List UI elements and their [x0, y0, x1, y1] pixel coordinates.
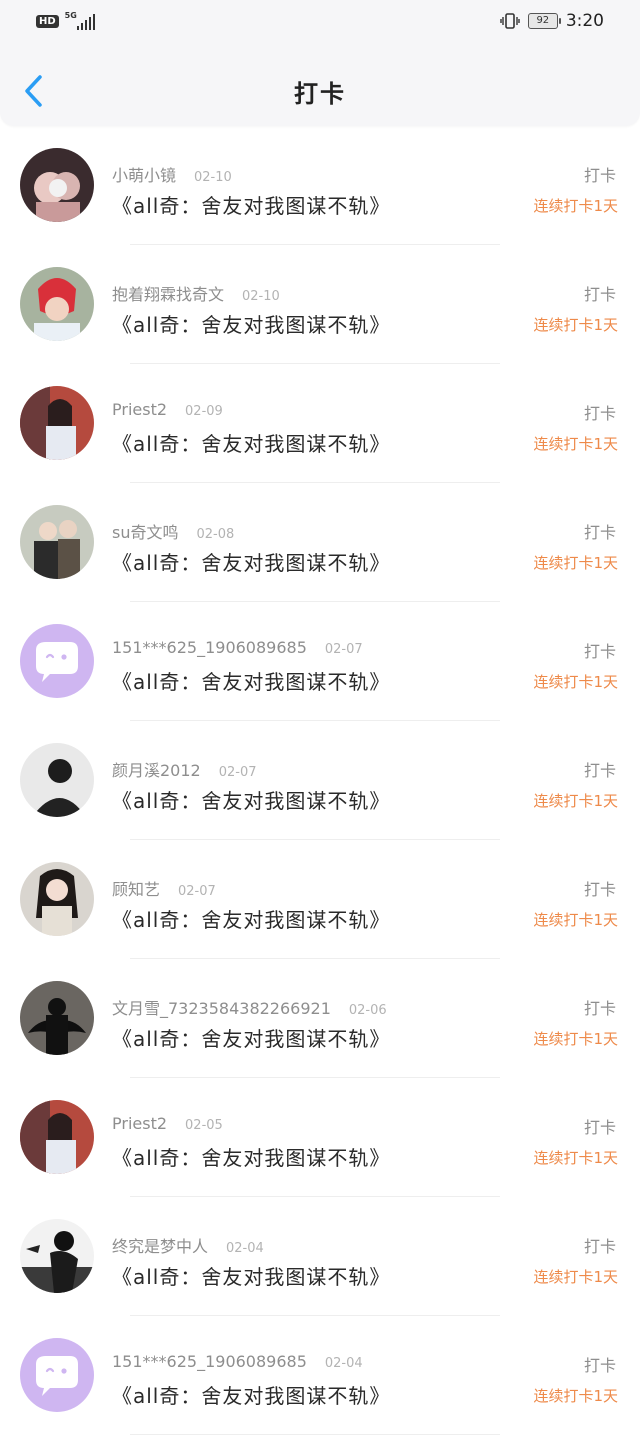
checkin-button[interactable]: 打卡 [584, 281, 616, 305]
network-type-label: 5G [64, 11, 77, 20]
avatar[interactable] [20, 1100, 94, 1174]
checkin-button[interactable]: 打卡 [584, 1114, 616, 1138]
signal-icon: 5G [64, 11, 95, 30]
list-item[interactable]: 终究是梦中人 02-04 《all奇：舍友对我图谋不轨》 打卡连续打卡1天 [0, 1197, 640, 1316]
checkin-date: 02-04 [324, 1356, 363, 1371]
checkin-button[interactable]: 打卡 [584, 400, 616, 424]
list-item[interactable]: Priest2 02-09 《all奇：舍友对我图谋不轨》 打卡连续打卡1天 [0, 364, 640, 483]
streak-badge: 连续打卡1天 [533, 316, 618, 334]
username[interactable]: 抱着翔霖找奇文 [112, 281, 224, 305]
streak-badge: 连续打卡1天 [533, 1030, 618, 1048]
checkin-date: 02-07 [218, 765, 257, 780]
checkin-date: 02-10 [242, 289, 280, 304]
book-title[interactable]: 《all奇：舍友对我图谋不轨》 [112, 309, 390, 338]
book-title[interactable]: 《all奇：舍友对我图谋不轨》 [112, 904, 390, 933]
username[interactable]: 颜月溪2012 [112, 757, 201, 781]
checkin-button[interactable]: 打卡 [584, 519, 616, 543]
checkin-button[interactable]: 打卡 [584, 1233, 616, 1257]
book-title[interactable]: 《all奇：舍友对我图谋不轨》 [112, 1142, 390, 1171]
checkin-date: 02-07 [324, 642, 363, 657]
avatar[interactable] [20, 743, 94, 817]
hd-badge: HD [36, 14, 59, 28]
avatar[interactable] [20, 148, 94, 222]
streak-badge: 连续打卡1天 [533, 1268, 618, 1286]
avatar[interactable] [20, 981, 94, 1055]
avatar[interactable] [20, 1219, 94, 1293]
username[interactable]: 顾知艺 [112, 876, 160, 900]
checkin-date: 02-08 [196, 527, 235, 542]
checkin-button[interactable]: 打卡 [584, 162, 616, 186]
list-item[interactable]: 文月雪_7323584382266921 02-06 《all奇：舍友对我图谋不轨》… [0, 959, 640, 1078]
checkin-date: 02-04 [226, 1241, 264, 1256]
checkin-button[interactable]: 打卡 [584, 876, 616, 900]
checkin-list: 小萌小镜 02-10 《all奇：舍友对我图谋不轨》 打卡 连续打卡1天 抱着翔霖找奇文 0… [0, 126, 640, 1435]
book-title[interactable]: 《all奇：舍友对我图谋不轨》 [112, 428, 390, 457]
book-title[interactable]: 《all奇：舍友对我图谋不轨》 [112, 190, 390, 219]
checkin-date: 02-07 [178, 884, 216, 899]
streak-badge: 连续打卡1天 [533, 792, 618, 810]
checkin-button[interactable]: 打卡 [584, 1352, 616, 1376]
avatar[interactable] [20, 386, 94, 460]
avatar[interactable] [20, 862, 94, 936]
username[interactable]: su奇文鸣 [112, 519, 178, 543]
username[interactable]: 小萌小镜 [112, 162, 176, 186]
username[interactable]: 151***625_1906089685 [112, 638, 307, 657]
avatar[interactable] [20, 505, 94, 579]
clock: 3:20 [565, 11, 604, 31]
nav-bar: 打卡 [0, 44, 640, 126]
book-title[interactable]: 《all奇：舍友对我图谋不轨》 [112, 1261, 390, 1290]
book-title[interactable]: 《all奇：舍友对我图谋不轨》 [112, 785, 390, 814]
checkin-date: 02-05 [185, 1118, 223, 1133]
status-bar: HD 5G 92 3:20 [0, 0, 640, 44]
username[interactable]: Priest2 [112, 1114, 167, 1133]
vibrate-icon [500, 13, 520, 29]
streak-badge: 连续打卡1天 [533, 197, 618, 215]
list-item[interactable]: 151***625_1906089685 02-04 《all奇：舍友对我图谋不轨》… [0, 1316, 640, 1435]
list-item[interactable]: 抱着翔霖找奇文 02-10 《all奇：舍友对我图谋不轨》 打卡连续打卡1天 [0, 245, 640, 364]
checkin-date: 02-10 [194, 170, 232, 185]
username[interactable]: 终究是梦中人 [112, 1233, 208, 1257]
streak-badge: 连续打卡1天 [533, 911, 618, 929]
streak-badge: 连续打卡1天 [533, 673, 618, 691]
avatar[interactable] [20, 1338, 94, 1412]
username[interactable]: Priest2 [112, 400, 167, 419]
book-title[interactable]: 《all奇：舍友对我图谋不轨》 [112, 666, 390, 695]
list-item[interactable]: 151***625_1906089685 02-07 《all奇：舍友对我图谋不轨》… [0, 602, 640, 721]
list-item[interactable]: 颜月溪2012 02-07 《all奇：舍友对我图谋不轨》 打卡连续打卡1天 [0, 721, 640, 840]
checkin-button[interactable]: 打卡 [584, 638, 616, 662]
checkin-date: 02-06 [348, 1003, 387, 1018]
list-item[interactable]: 小萌小镜 02-10 《all奇：舍友对我图谋不轨》 打卡连续打卡1天 [0, 126, 640, 245]
avatar[interactable] [20, 624, 94, 698]
page-title: 打卡 [294, 80, 346, 108]
username[interactable]: 文月雪_7323584382266921 [112, 995, 331, 1019]
checkin-button[interactable]: 打卡 [584, 995, 616, 1019]
book-title[interactable]: 《all奇：舍友对我图谋不轨》 [112, 547, 390, 576]
network-status: HD 5G [36, 11, 95, 30]
list-item[interactable]: 顾知艺 02-07 《all奇：舍友对我图谋不轨》 打卡连续打卡1天 [0, 840, 640, 959]
streak-badge: 连续打卡1天 [533, 1387, 618, 1405]
list-item[interactable]: Priest2 02-05 《all奇：舍友对我图谋不轨》 打卡连续打卡1天 [0, 1078, 640, 1197]
battery-icon: 92 [527, 13, 561, 29]
streak-badge: 连续打卡1天 [533, 554, 618, 572]
streak-badge: 连续打卡1天 [533, 435, 618, 453]
book-title[interactable]: 《all奇：舍友对我图谋不轨》 [112, 1380, 390, 1409]
avatar[interactable] [20, 267, 94, 341]
list-item[interactable]: su奇文鸣 02-08 《all奇：舍友对我图谋不轨》 打卡连续打卡1天 [0, 483, 640, 602]
username[interactable]: 151***625_1906089685 [112, 1352, 307, 1371]
streak-badge: 连续打卡1天 [533, 1149, 618, 1167]
book-title[interactable]: 《all奇：舍友对我图谋不轨》 [112, 1023, 390, 1052]
checkin-button[interactable]: 打卡 [584, 757, 616, 781]
checkin-date: 02-09 [185, 404, 223, 419]
